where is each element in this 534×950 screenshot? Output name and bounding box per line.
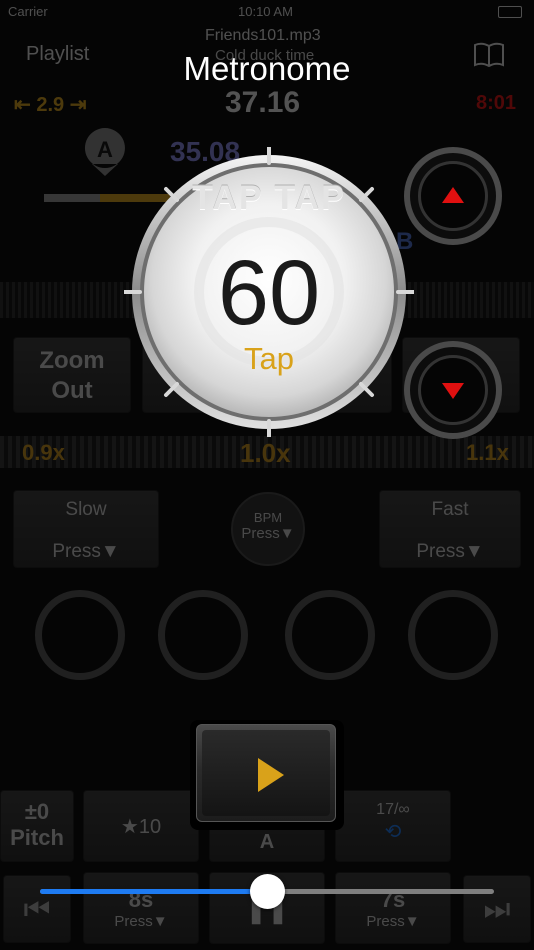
arrow-up-icon (442, 187, 464, 203)
tap-dial[interactable]: TAP TAP 60 Tap (124, 147, 414, 437)
arrow-down-icon (442, 383, 464, 399)
tap-logo-text: TAP TAP (192, 179, 346, 217)
play-icon (258, 758, 284, 792)
tap-label: Tap (244, 341, 294, 376)
metronome-overlay: Metronome TAP TAP 60 Tap (0, 0, 534, 950)
metronome-title: Metronome (183, 50, 351, 87)
bpm-up-button[interactable] (404, 147, 502, 245)
play-button[interactable] (190, 720, 344, 830)
bpm-down-button[interactable] (404, 341, 502, 439)
bpm-value: 60 (217, 242, 321, 344)
